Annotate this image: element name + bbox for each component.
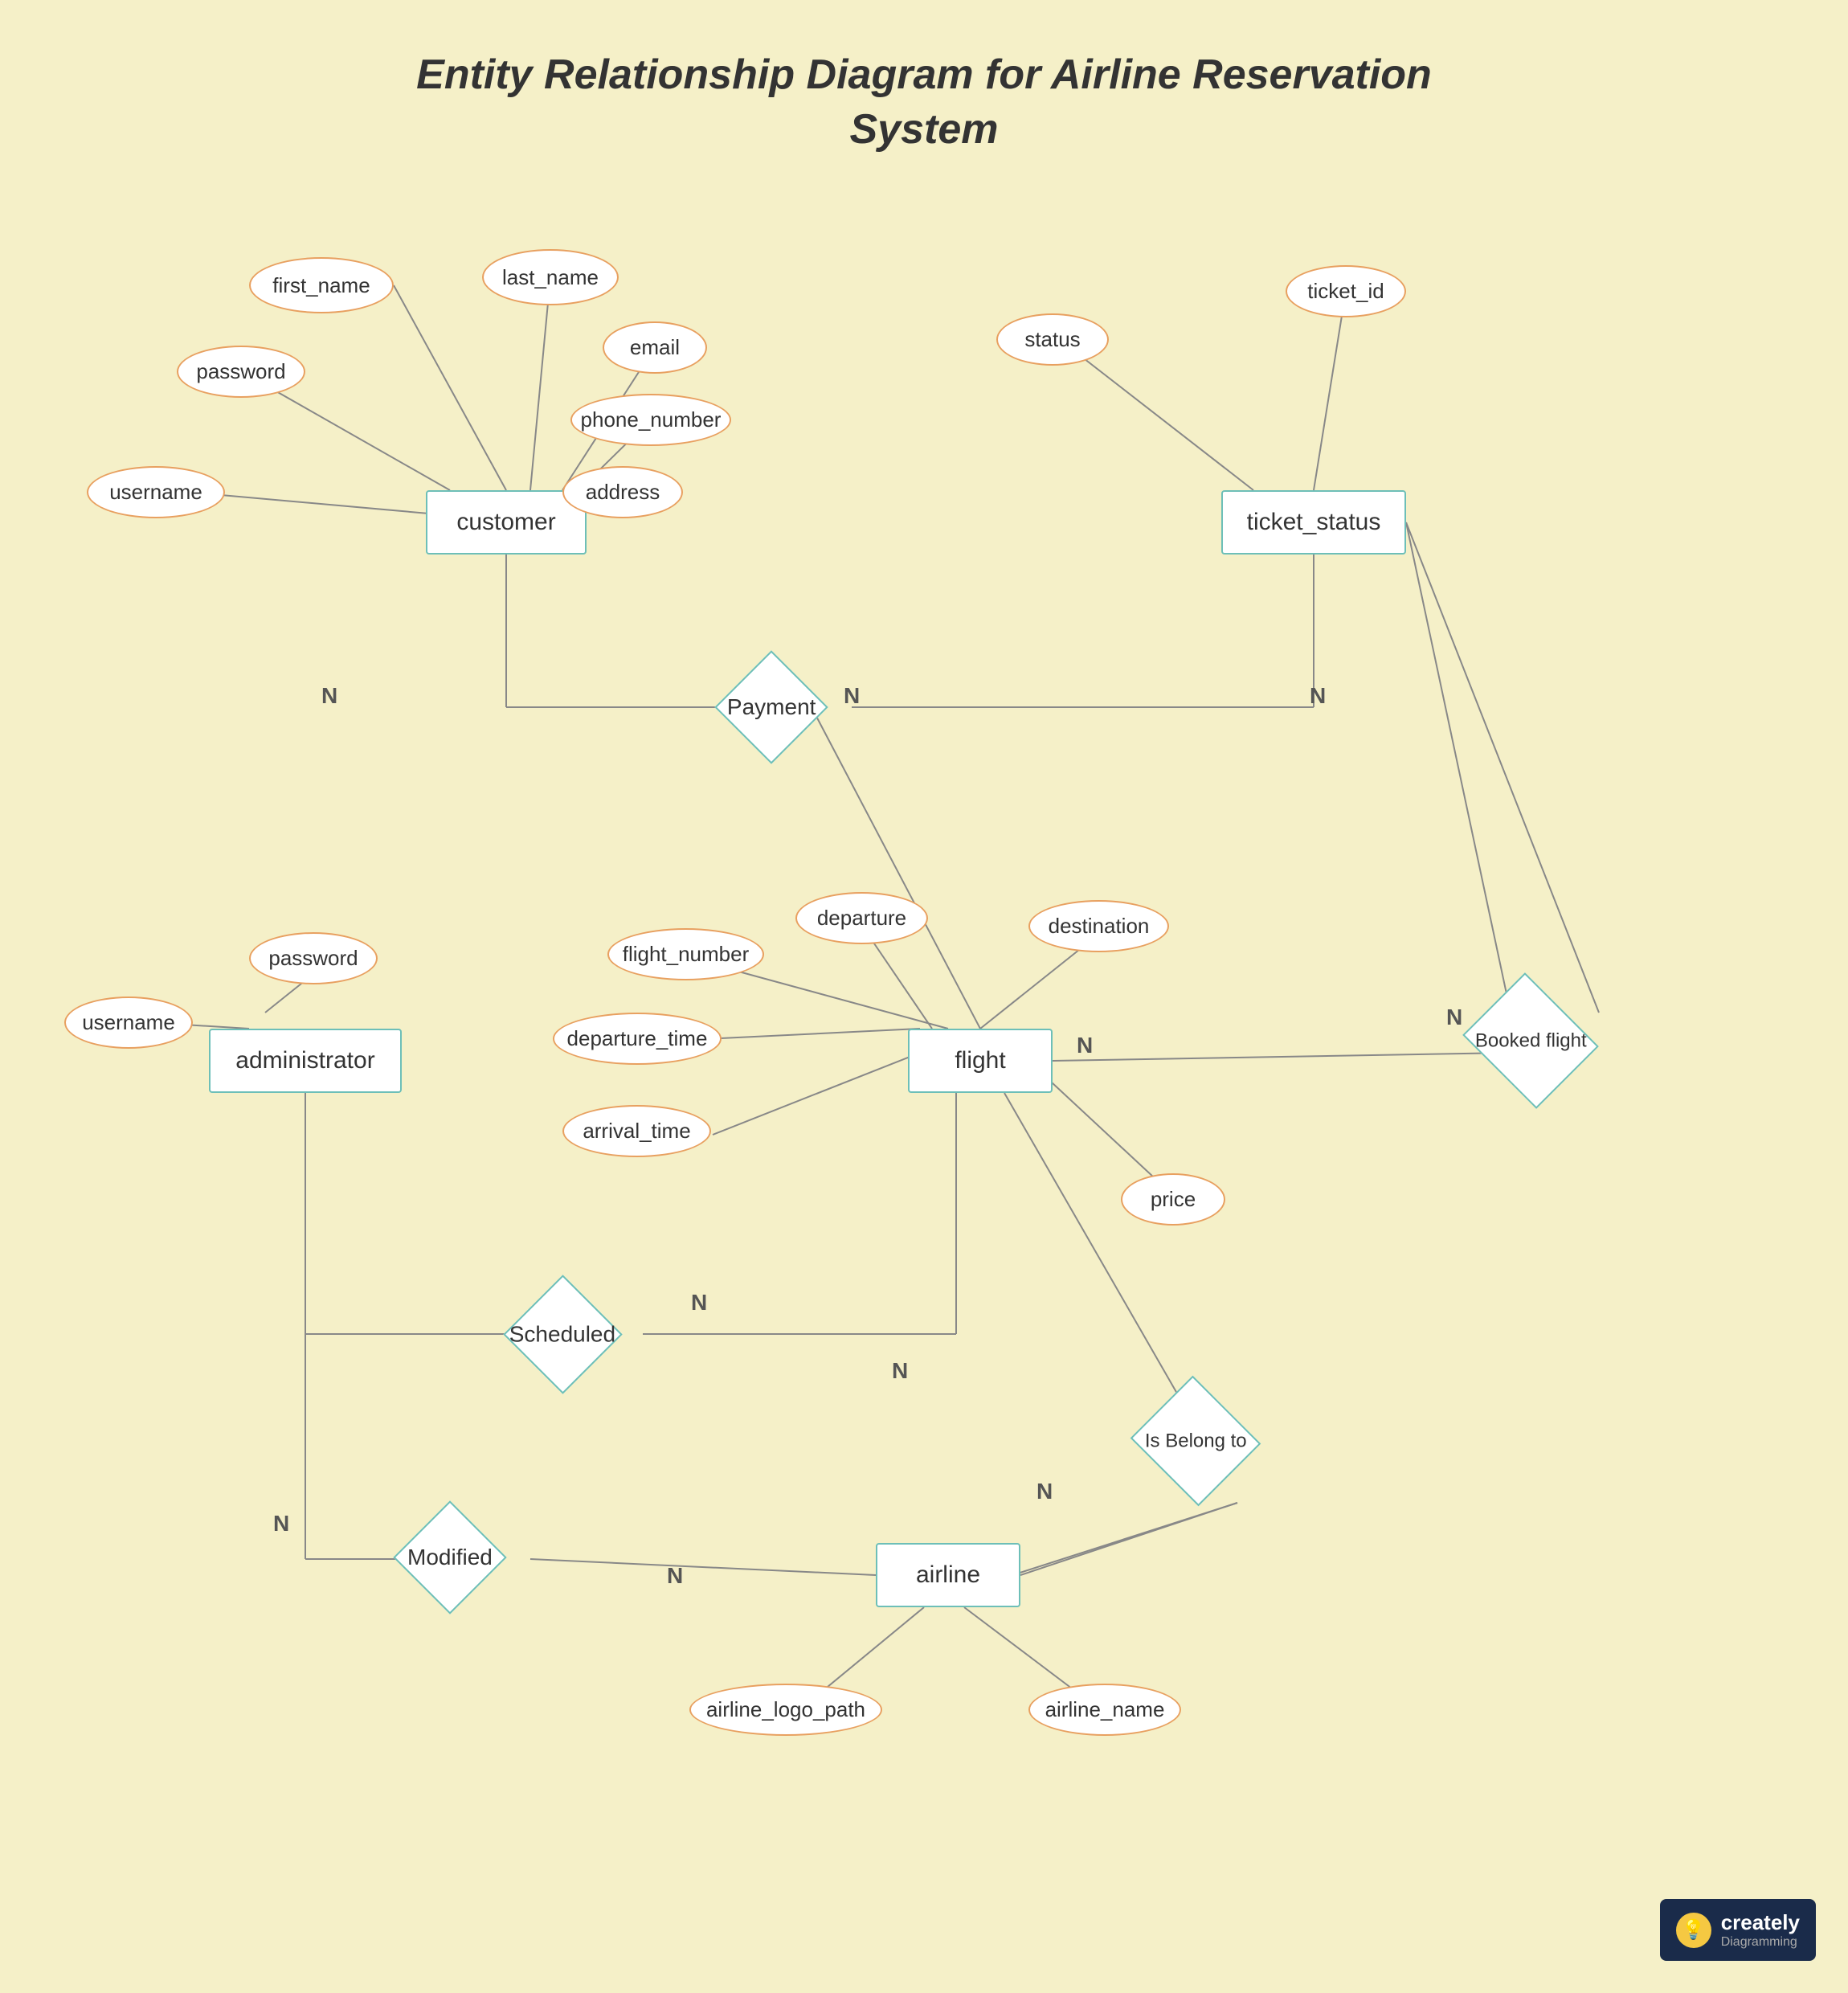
n-label-10: N bbox=[667, 1563, 683, 1589]
creately-bulb-icon: 💡 bbox=[1676, 1913, 1711, 1948]
attr-first-name: first_name bbox=[249, 257, 394, 313]
attr-password-customer: password bbox=[177, 346, 305, 398]
attr-ticket-id: ticket_id bbox=[1286, 265, 1406, 317]
attr-airline-name: airline_name bbox=[1028, 1684, 1181, 1736]
n-label-6: N bbox=[691, 1290, 707, 1316]
n-label-1: N bbox=[321, 683, 337, 709]
creately-brand-name: creately bbox=[1721, 1910, 1800, 1935]
n-label-4: N bbox=[1446, 1005, 1462, 1030]
rel-booked-flight: Booked flight bbox=[1462, 972, 1599, 1109]
attr-address: address bbox=[562, 466, 683, 518]
n-label-7: N bbox=[892, 1358, 908, 1384]
entity-administrator: administrator bbox=[209, 1029, 402, 1093]
n-label-2: N bbox=[844, 683, 860, 709]
n-label-9: N bbox=[273, 1511, 289, 1537]
attr-status: status bbox=[996, 313, 1109, 366]
attr-phone-number: phone_number bbox=[570, 394, 731, 446]
attr-password-admin: password bbox=[249, 932, 378, 984]
attr-destination: destination bbox=[1028, 900, 1169, 952]
attr-flight-number: flight_number bbox=[607, 928, 764, 980]
creately-logo: 💡 creately Diagramming bbox=[1660, 1899, 1816, 1961]
rel-scheduled: Scheduled bbox=[503, 1275, 622, 1393]
attr-email: email bbox=[603, 321, 707, 374]
n-label-3: N bbox=[1310, 683, 1326, 709]
creately-sub-label: Diagramming bbox=[1721, 1935, 1800, 1950]
attr-departure-time: departure_time bbox=[553, 1013, 722, 1065]
attr-price: price bbox=[1121, 1173, 1225, 1226]
attr-username-admin: username bbox=[64, 996, 193, 1049]
n-label-5: N bbox=[1077, 1033, 1093, 1058]
rel-modified: Modified bbox=[393, 1500, 506, 1614]
attr-username-customer: username bbox=[87, 466, 225, 518]
entity-customer: customer bbox=[426, 490, 587, 555]
attr-departure: departure bbox=[795, 892, 928, 944]
rel-is-belong-to: Is Belong to bbox=[1130, 1376, 1261, 1507]
attr-airline-logo-path: airline_logo_path bbox=[689, 1684, 882, 1736]
entity-airline: airline bbox=[876, 1543, 1020, 1607]
diagram-title: Entity Relationship Diagram for Airline … bbox=[0, 0, 1848, 157]
entity-ticket-status: ticket_status bbox=[1221, 490, 1406, 555]
n-label-8: N bbox=[1036, 1479, 1053, 1504]
attr-last-name: last_name bbox=[482, 249, 619, 305]
attr-arrival-time: arrival_time bbox=[562, 1105, 711, 1157]
entity-flight: flight bbox=[908, 1029, 1053, 1093]
rel-payment: Payment bbox=[714, 650, 828, 763]
